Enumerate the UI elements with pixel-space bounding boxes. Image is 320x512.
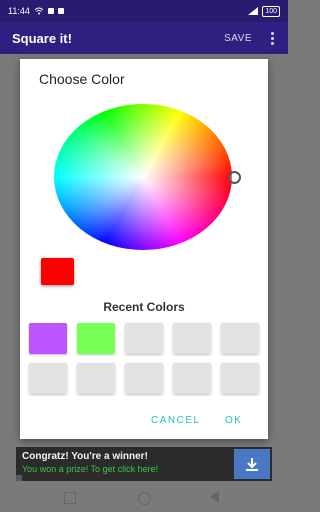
ok-button[interactable]: OK [225, 415, 242, 426]
navigation-bar [0, 484, 288, 512]
home-icon[interactable] [138, 492, 151, 505]
recent-color-swatch[interactable] [77, 323, 115, 354]
color-wheel[interactable] [54, 104, 232, 250]
signal-icon [248, 7, 259, 15]
notification-icon [57, 8, 64, 14]
recent-color-swatch[interactable] [173, 363, 211, 394]
more-dot [270, 36, 274, 40]
back-icon[interactable] [210, 491, 219, 503]
save-button[interactable]: SAVE [224, 33, 252, 44]
ad-close-icon[interactable] [16, 475, 22, 481]
recent-color-swatch[interactable] [77, 363, 115, 394]
recent-color-swatch[interactable] [29, 323, 67, 354]
recent-color-swatch[interactable] [125, 363, 163, 394]
status-right: 100 [248, 5, 280, 17]
recent-colors-label: Recent Colors [103, 300, 185, 314]
battery-icon: 100 [262, 5, 280, 17]
more-dot [270, 31, 274, 35]
cancel-button[interactable]: CANCEL [151, 415, 201, 426]
download-icon[interactable] [234, 449, 270, 479]
selected-color-swatch[interactable] [41, 258, 74, 285]
recents-icon[interactable] [64, 492, 76, 504]
status-time: 11:44 [8, 6, 30, 16]
ad-title: Congratz! You're a winner! [22, 451, 148, 462]
recent-color-swatch[interactable] [221, 363, 259, 394]
color-wheel-handle[interactable] [228, 171, 241, 184]
recent-colors-grid [29, 323, 261, 394]
dialog-title: Choose Color [39, 71, 125, 87]
more-dot [270, 41, 274, 45]
dialog-actions: CANCEL OK [20, 415, 268, 429]
app-bar: Square it! SAVE [0, 22, 288, 54]
ad-subtitle: You won a prize! To get click here! [22, 464, 159, 474]
app-title: Square it! [12, 30, 72, 46]
wifi-icon [34, 7, 44, 15]
recent-color-swatch[interactable] [173, 323, 211, 354]
color-dialog: Choose Color Recent Colors CANCEL OK [20, 59, 268, 439]
ad-banner[interactable]: Congratz! You're a winner! You won a pri… [16, 447, 272, 481]
recent-color-swatch[interactable] [221, 323, 259, 354]
download-arrow-glyph [246, 458, 258, 471]
recent-color-swatch[interactable] [125, 323, 163, 354]
status-left: 11:44 [8, 6, 64, 16]
notification-icon [47, 8, 54, 14]
more-vert-icon[interactable] [268, 31, 276, 45]
status-bar: 11:44 100 [0, 0, 288, 22]
recent-color-swatch[interactable] [29, 363, 67, 394]
